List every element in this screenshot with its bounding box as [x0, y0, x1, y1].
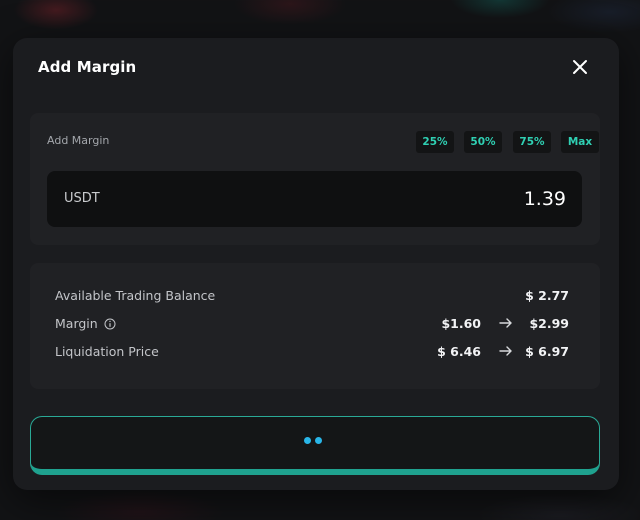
- modal-title: Add Margin: [38, 58, 137, 76]
- margin-summary-panel: Available Trading Balance $ 2.77 Margin …: [30, 263, 600, 389]
- add-margin-modal: Add Margin Add Margin 25% 50% 75% Max US…: [13, 38, 619, 490]
- margin-new-value: $2.99: [529, 316, 569, 331]
- currency-label: USDT: [64, 191, 100, 206]
- amount-field[interactable]: USDT: [47, 171, 582, 227]
- close-icon: [573, 60, 587, 74]
- margin-label: Margin: [55, 316, 98, 331]
- info-icon[interactable]: [104, 318, 116, 330]
- percent-50-button[interactable]: 50%: [464, 131, 502, 153]
- liquidation-new-value: $ 6.97: [525, 344, 569, 359]
- available-balance-value: $ 2.77: [525, 288, 569, 303]
- loading-dot: [304, 437, 311, 444]
- margin-input-panel: Add Margin 25% 50% 75% Max USDT: [30, 113, 600, 245]
- liquidation-price-label: Liquidation Price: [55, 344, 159, 359]
- close-button[interactable]: [569, 56, 591, 78]
- margin-current-value: $1.60: [441, 316, 481, 331]
- percent-max-button[interactable]: Max: [561, 131, 599, 153]
- arrow-right-icon: [499, 346, 512, 356]
- arrow-right-icon: [499, 318, 512, 328]
- available-balance-row: Available Trading Balance $ 2.77: [55, 286, 570, 306]
- available-balance-label: Available Trading Balance: [55, 288, 216, 303]
- loading-dot: [315, 437, 322, 444]
- loading-indicator: [304, 437, 322, 444]
- confirm-button[interactable]: [30, 416, 600, 475]
- input-label: Add Margin: [47, 134, 110, 147]
- margin-row: Margin $1.60 $2.99: [55, 314, 570, 334]
- margin-label-group: Margin: [55, 316, 116, 331]
- percent-75-button[interactable]: 75%: [513, 131, 551, 153]
- liquidation-price-row: Liquidation Price $ 6.46 $ 6.97: [55, 342, 570, 362]
- amount-input[interactable]: [366, 184, 566, 214]
- percent-25-button[interactable]: 25%: [416, 131, 454, 153]
- liquidation-current-value: $ 6.46: [437, 344, 481, 359]
